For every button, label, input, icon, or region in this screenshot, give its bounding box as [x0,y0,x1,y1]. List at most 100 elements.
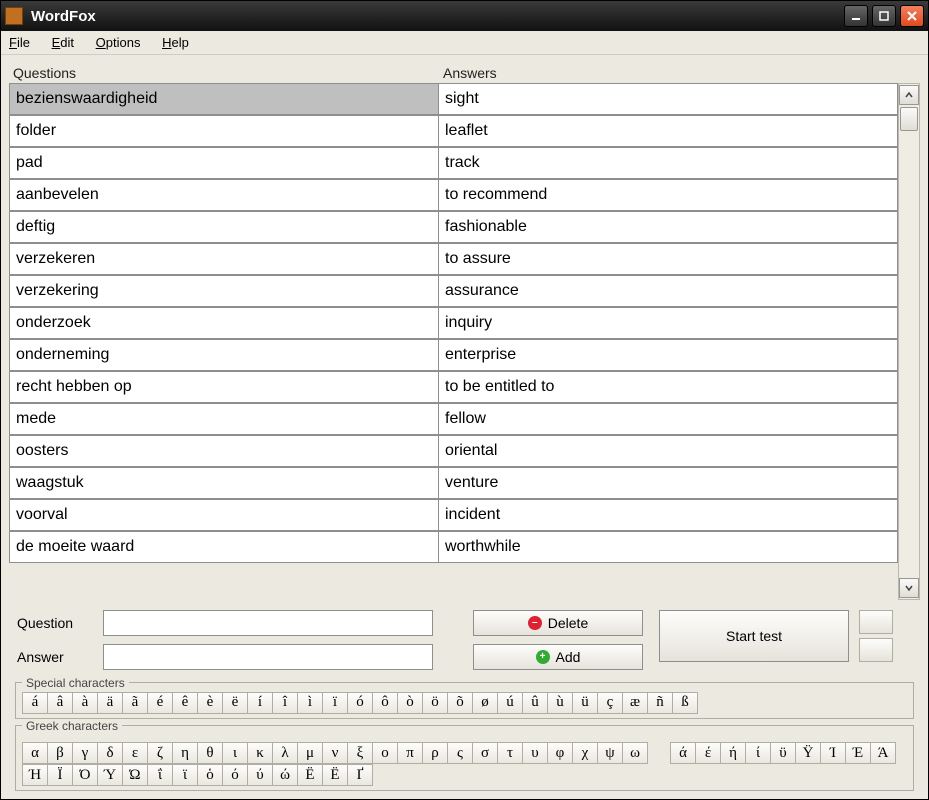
char-button[interactable]: é [147,692,173,714]
table-row[interactable]: recht hebben opto be entitled to [9,371,898,403]
char-button[interactable]: Ϊ [47,764,73,786]
char-button[interactable]: û [522,692,548,714]
char-button[interactable]: ι [222,742,248,764]
char-button[interactable]: ü [572,692,598,714]
char-button[interactable]: ò [397,692,423,714]
minimize-button[interactable] [844,5,868,27]
char-button[interactable]: κ [247,742,273,764]
char-button[interactable]: Ύ [97,764,123,786]
title-bar[interactable]: WordFox [1,1,928,31]
char-button[interactable]: ß [672,692,698,714]
char-button[interactable]: ø [472,692,498,714]
char-button[interactable]: Ґ [347,764,373,786]
vertical-scrollbar[interactable] [898,83,920,600]
char-button[interactable]: Ϋ [795,742,821,764]
char-button[interactable]: è [197,692,223,714]
char-button[interactable]: φ [547,742,573,764]
table-row[interactable]: waagstukventure [9,467,898,499]
char-button[interactable]: τ [497,742,523,764]
char-button[interactable]: ë [222,692,248,714]
char-button[interactable]: Ё [322,764,348,786]
table-row[interactable]: aanbevelento recommend [9,179,898,211]
table-row[interactable]: oostersoriental [9,435,898,467]
char-button[interactable]: ξ [347,742,373,764]
char-button[interactable]: æ [622,692,648,714]
char-button[interactable]: δ [97,742,123,764]
table-row[interactable]: bezienswaardigheidsight [9,83,898,115]
table-row[interactable]: verzekerento assure [9,243,898,275]
char-button[interactable]: λ [272,742,298,764]
char-button[interactable]: ô [372,692,398,714]
char-button[interactable]: ρ [422,742,448,764]
char-button[interactable]: â [47,692,73,714]
char-button[interactable]: à [72,692,98,714]
char-button[interactable]: î [272,692,298,714]
char-button[interactable]: ú [497,692,523,714]
char-button[interactable]: ή [720,742,746,764]
char-button[interactable]: μ [297,742,323,764]
char-button[interactable]: ν [322,742,348,764]
char-button[interactable]: ù [547,692,573,714]
char-button[interactable]: χ [572,742,598,764]
table-row[interactable]: voorvalincident [9,499,898,531]
char-button[interactable]: ϋ [770,742,796,764]
answer-input[interactable] [103,644,433,670]
char-button[interactable]: Ё [297,764,323,786]
char-button[interactable]: έ [695,742,721,764]
char-button[interactable]: Ώ [122,764,148,786]
start-test-button[interactable]: Start test [659,610,849,662]
scroll-thumb[interactable] [900,107,918,131]
char-button[interactable]: ς [447,742,473,764]
char-button[interactable]: ã [122,692,148,714]
table-row[interactable]: verzekeringassurance [9,275,898,307]
table-row[interactable]: padtrack [9,147,898,179]
scroll-down-button[interactable] [899,578,919,598]
move-up-button[interactable] [859,610,893,634]
char-button[interactable]: η [172,742,198,764]
delete-button[interactable]: – Delete [473,610,643,636]
char-button[interactable]: ψ [597,742,623,764]
char-button[interactable]: Ό [72,764,98,786]
char-button[interactable]: Ί [820,742,846,764]
char-button[interactable]: ό [222,764,248,786]
question-input[interactable] [103,610,433,636]
char-button[interactable]: ï [322,692,348,714]
char-button[interactable]: í [247,692,273,714]
menu-help[interactable]: Help [162,35,189,50]
table-row[interactable]: ondernemingenterprise [9,339,898,371]
char-button[interactable]: ά [670,742,696,764]
char-button[interactable]: Ά [870,742,896,764]
menu-options[interactable]: Options [96,35,141,50]
char-button[interactable]: β [47,742,73,764]
char-button[interactable]: ύ [247,764,273,786]
move-down-button[interactable] [859,638,893,662]
char-button[interactable]: ñ [647,692,673,714]
char-button[interactable]: ο [372,742,398,764]
char-button[interactable]: Ή [22,764,48,786]
table-row[interactable]: deftigfashionable [9,211,898,243]
char-button[interactable]: ì [297,692,323,714]
char-button[interactable]: ê [172,692,198,714]
char-button[interactable]: σ [472,742,498,764]
char-button[interactable]: õ [447,692,473,714]
char-button[interactable]: á [22,692,48,714]
char-button[interactable]: θ [197,742,223,764]
char-button[interactable]: ΐ [147,764,173,786]
char-button[interactable]: ώ [272,764,298,786]
menu-edit[interactable]: Edit [52,35,74,50]
char-button[interactable]: ϊ [172,764,198,786]
char-button[interactable]: υ [522,742,548,764]
close-button[interactable] [900,5,924,27]
char-button[interactable]: ὁ [197,764,223,786]
table-row[interactable]: medefellow [9,403,898,435]
char-button[interactable]: π [397,742,423,764]
char-button[interactable]: ω [622,742,648,764]
scroll-up-button[interactable] [899,85,919,105]
char-button[interactable]: Έ [845,742,871,764]
char-button[interactable]: ä [97,692,123,714]
char-button[interactable]: ζ [147,742,173,764]
char-button[interactable]: γ [72,742,98,764]
table-row[interactable]: onderzoekinquiry [9,307,898,339]
char-button[interactable]: ç [597,692,623,714]
char-button[interactable]: ί [745,742,771,764]
